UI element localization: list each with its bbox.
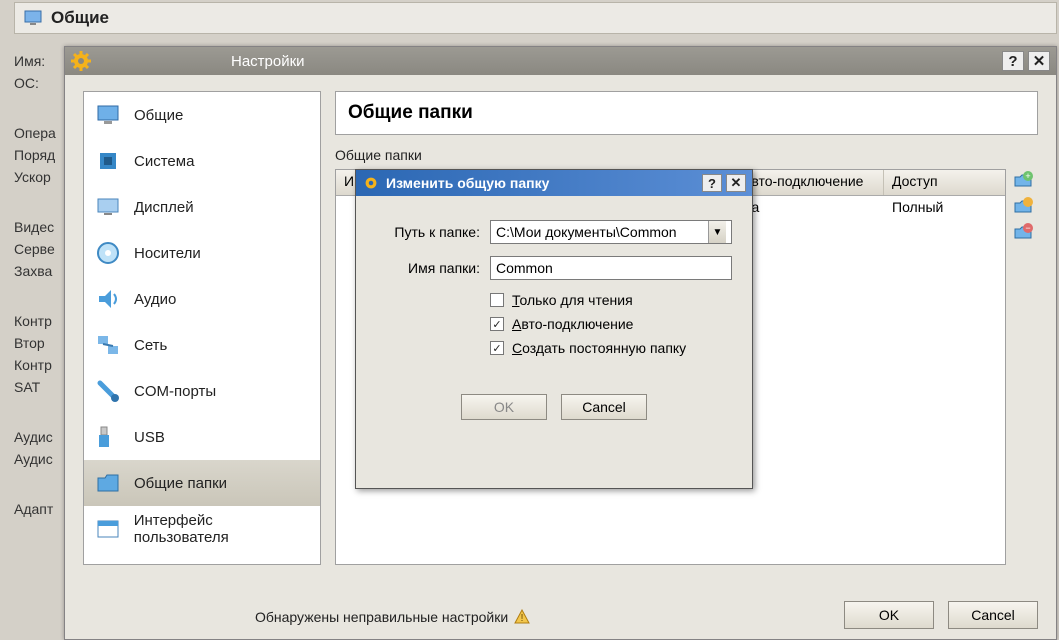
bg-left-fragments: Имя: ОС: Опера Поряд Ускор Видес Серве З…: [14, 50, 64, 610]
th-auto[interactable]: Авто-подключение: [734, 170, 884, 195]
gear-icon: [71, 51, 91, 71]
edit-ok-button[interactable]: OK: [461, 394, 547, 420]
edit-folder-button[interactable]: [1010, 195, 1036, 217]
settings-sidebar: Общие Система Дисплей Носители Аудио Сет…: [83, 91, 321, 565]
monitor-icon: [23, 8, 43, 28]
automount-label: Авто-подключение: [512, 316, 633, 332]
help-button[interactable]: ?: [1002, 51, 1024, 71]
edit-dialog-titlebar[interactable]: Изменить общую папку ? ✕: [356, 170, 752, 196]
edit-dialog-title: Изменить общую папку: [386, 175, 698, 191]
automount-checkbox[interactable]: ✓: [490, 317, 504, 331]
audio-icon: [94, 285, 122, 313]
permanent-label: Создать постоянную папку: [512, 340, 686, 356]
sidebar-item-label: Носители: [134, 245, 201, 262]
remove-folder-button[interactable]: −: [1010, 221, 1036, 243]
sidebar-item-network[interactable]: Сеть: [84, 322, 320, 368]
path-value: C:\Мои документы\Common: [496, 224, 677, 240]
usb-icon: [94, 423, 122, 451]
sidebar-item-display[interactable]: Дисплей: [84, 184, 320, 230]
folder-icon: [94, 469, 122, 497]
sidebar-item-label: Система: [134, 153, 194, 170]
sidebar-item-general[interactable]: Общие: [84, 92, 320, 138]
edit-cancel-button[interactable]: Cancel: [561, 394, 647, 420]
svg-text:+: +: [1025, 171, 1030, 181]
disc-icon: [94, 239, 122, 267]
sidebar-item-label: Дисплей: [134, 199, 194, 216]
network-icon: [94, 331, 122, 359]
svg-text:−: −: [1025, 223, 1030, 233]
status-text: Обнаружены неправильные настройки: [255, 609, 508, 625]
sidebar-item-shared-folders[interactable]: Общие папки: [84, 460, 320, 506]
svg-text:!: !: [521, 613, 524, 624]
edit-close-button[interactable]: ✕: [726, 174, 746, 192]
close-button[interactable]: ✕: [1028, 51, 1050, 71]
monitor-icon: [94, 101, 122, 129]
sidebar-item-label: Общие: [134, 107, 183, 124]
ui-icon: [94, 515, 122, 543]
display-icon: [94, 193, 122, 221]
section-label: Общие папки: [335, 147, 422, 163]
readonly-checkbox-row[interactable]: Только для чтения: [490, 292, 732, 308]
path-combo[interactable]: C:\Мои документы\Common ▼: [490, 220, 732, 244]
warning-icon: !: [514, 609, 530, 625]
pane-title: Общие папки: [335, 91, 1038, 135]
chip-icon: [94, 147, 122, 175]
edit-share-dialog: Изменить общую папку ? ✕ Путь к папке: C…: [355, 169, 753, 489]
permanent-checkbox-row[interactable]: ✓ Создать постоянную папку: [490, 340, 732, 356]
bg-window-header: Общие: [14, 2, 1057, 34]
com-icon: [94, 377, 122, 405]
sidebar-item-label: USB: [134, 429, 165, 446]
sidebar-item-storage[interactable]: Носители: [84, 230, 320, 276]
table-tools: + −: [1010, 169, 1038, 243]
sidebar-item-label: Аудио: [134, 291, 176, 308]
cancel-button[interactable]: Cancel: [948, 601, 1038, 629]
settings-dialog: Настройки ? ✕ Общие Система Дисплей Носи…: [64, 46, 1057, 640]
readonly-checkbox[interactable]: [490, 293, 504, 307]
sidebar-item-system[interactable]: Система: [84, 138, 320, 184]
path-label: Путь к папке:: [376, 224, 480, 240]
status-bar: Обнаружены неправильные настройки !: [255, 609, 530, 625]
sidebar-item-ui[interactable]: Интерфейс пользователя: [84, 506, 320, 552]
name-input[interactable]: [490, 256, 732, 280]
dialog-titlebar[interactable]: Настройки ? ✕: [65, 47, 1056, 75]
permanent-checkbox[interactable]: ✓: [490, 341, 504, 355]
name-label: Имя папки:: [376, 260, 480, 276]
dialog-title: Настройки: [231, 53, 998, 70]
gear-icon: [362, 174, 380, 192]
sidebar-item-label: Общие папки: [134, 475, 227, 492]
sidebar-item-label: COM-порты: [134, 383, 216, 400]
sidebar-item-audio[interactable]: Аудио: [84, 276, 320, 322]
sidebar-item-com[interactable]: COM-порты: [84, 368, 320, 414]
chevron-down-icon[interactable]: ▼: [708, 221, 726, 243]
sidebar-item-label: Сеть: [134, 337, 167, 354]
sidebar-item-label: Интерфейс пользователя: [134, 512, 310, 546]
automount-checkbox-row[interactable]: ✓ Авто-подключение: [490, 316, 732, 332]
th-access[interactable]: Доступ: [884, 170, 1005, 195]
add-folder-button[interactable]: +: [1010, 169, 1036, 191]
sidebar-item-usb[interactable]: USB: [84, 414, 320, 460]
edit-help-button[interactable]: ?: [702, 174, 722, 192]
readonly-label: Только для чтения: [512, 292, 633, 308]
ok-button[interactable]: OK: [844, 601, 934, 629]
bg-title: Общие: [51, 8, 109, 28]
